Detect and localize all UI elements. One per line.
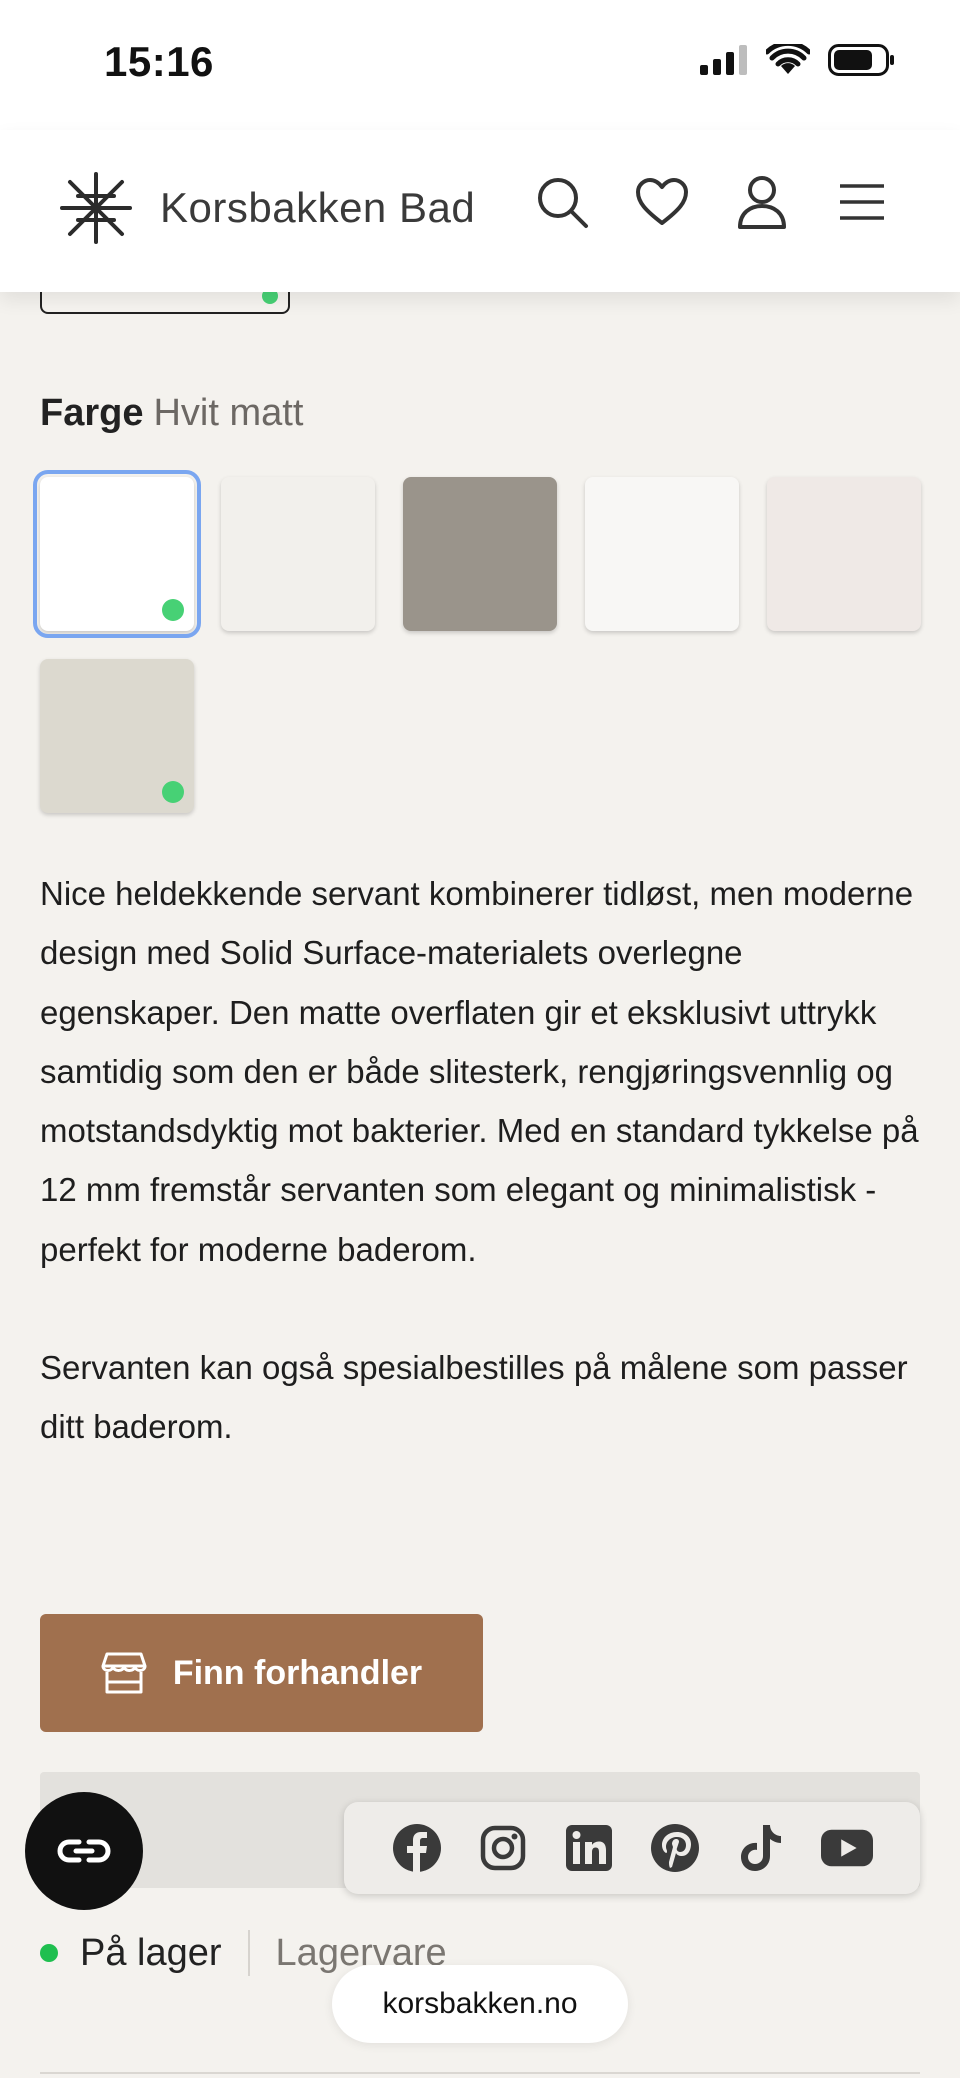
- color-swatch[interactable]: [767, 477, 921, 631]
- description-paragraph: Nice heldekkende servant kombinerer tidl…: [40, 875, 919, 1268]
- color-swatch[interactable]: [33, 470, 201, 638]
- hamburger-icon: [840, 184, 884, 220]
- signal-icon: [700, 45, 747, 75]
- divider: [40, 2072, 920, 2074]
- instagram-icon: [480, 1825, 526, 1871]
- pinterest-icon: [651, 1824, 699, 1872]
- linkedin-icon: [566, 1825, 612, 1871]
- status-icons: [700, 44, 896, 76]
- social-links: [344, 1802, 920, 1894]
- facebook-icon: [393, 1824, 441, 1872]
- search-icon: [538, 178, 588, 228]
- site-header: Korsbakken Bad: [0, 130, 960, 292]
- find-dealer-label: Finn forhandler: [172, 1653, 423, 1692]
- heart-icon: [636, 178, 688, 225]
- stock-status-label: På lager: [80, 1931, 222, 1974]
- in-stock-dot: [162, 599, 184, 621]
- browser-url-bar[interactable]: korsbakken.no: [332, 1965, 628, 2043]
- store-icon: [101, 1652, 147, 1694]
- divider: [247, 1930, 250, 1976]
- youtube-icon: [821, 1829, 873, 1867]
- brand-name: Korsbakken Bad: [160, 184, 476, 231]
- tiktok-icon: [741, 1825, 781, 1871]
- facebook-link[interactable]: [391, 1822, 443, 1874]
- wifi-icon: [766, 44, 810, 74]
- color-swatch[interactable]: [403, 477, 557, 631]
- description-paragraph: Servanten kan også spesialbestilles på m…: [40, 1349, 908, 1446]
- color-swatch[interactable]: [40, 659, 194, 813]
- search-button[interactable]: [534, 174, 590, 230]
- in-stock-dot: [162, 781, 184, 803]
- color-selected-value: Hvit matt: [153, 392, 304, 434]
- linkedin-link[interactable]: [563, 1822, 615, 1874]
- status-time: 15:16: [104, 38, 214, 85]
- chat-icon: [57, 1839, 111, 1863]
- logo[interactable]: Korsbakken Bad: [58, 170, 475, 246]
- logo-icon: [60, 172, 132, 244]
- color-swatch[interactable]: [221, 477, 375, 631]
- pinterest-link[interactable]: [649, 1822, 701, 1874]
- color-heading: Farge Hvit matt: [40, 392, 303, 435]
- youtube-link[interactable]: [821, 1822, 873, 1874]
- stock-dot: [40, 1944, 58, 1962]
- wishlist-button[interactable]: [634, 174, 690, 230]
- battery-icon: [828, 44, 894, 76]
- chat-button[interactable]: [25, 1792, 143, 1910]
- account-button[interactable]: [734, 174, 790, 230]
- instagram-link[interactable]: [477, 1822, 529, 1874]
- product-description: Nice heldekkende servant kombinerer tidl…: [40, 864, 930, 1457]
- user-icon: [738, 176, 786, 229]
- color-label: Farge: [40, 392, 144, 434]
- browser-url: korsbakken.no: [382, 1987, 578, 2020]
- menu-button[interactable]: [834, 174, 890, 230]
- color-swatch[interactable]: [585, 477, 739, 631]
- tiktok-link[interactable]: [735, 1822, 787, 1874]
- status-bar: 15:16: [0, 0, 960, 130]
- find-dealer-button[interactable]: Finn forhandler: [40, 1614, 483, 1732]
